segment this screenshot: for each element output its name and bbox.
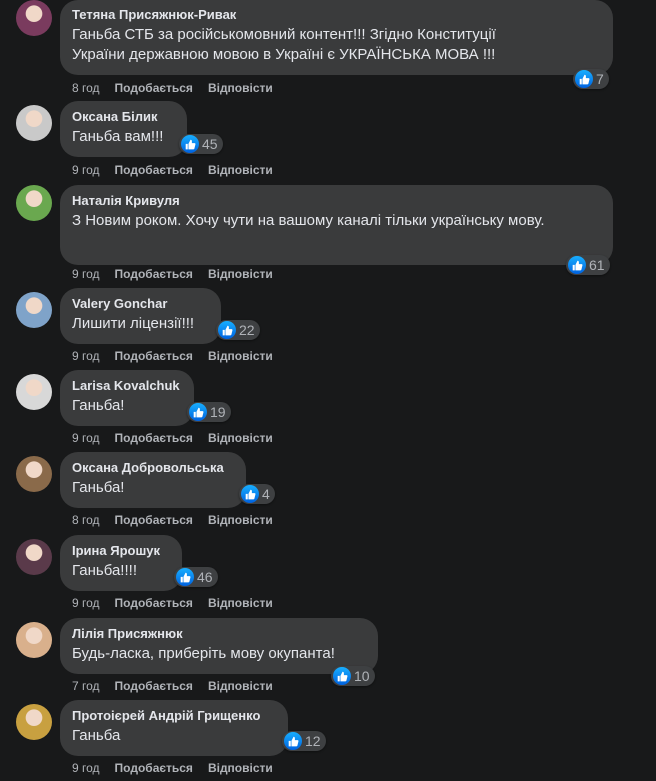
- comment-bubble: Larisa Kovalchuk Ганьба!: [60, 370, 194, 426]
- avatar[interactable]: [16, 292, 52, 328]
- comment-text: Будь-ласка, приберіть мову окупанта!: [72, 645, 335, 662]
- reaction-count[interactable]: 7: [573, 69, 609, 89]
- avatar[interactable]: [16, 374, 52, 410]
- like-button[interactable]: Подобається: [115, 512, 193, 528]
- like-reaction-icon: [181, 135, 199, 153]
- comment-author[interactable]: Ірина Ярошук: [72, 543, 170, 559]
- avatar[interactable]: [16, 105, 52, 141]
- comment-bubble: Тетяна Присяжнюк-Ривак Ганьба СТБ за рос…: [60, 0, 613, 75]
- comment-meta: 8 год Подобається Відповісти: [72, 512, 273, 528]
- like-reaction-icon: [176, 568, 194, 586]
- comment-author[interactable]: Valery Gonchar: [72, 296, 209, 312]
- comment-meta: 9 год Подобається Відповісти: [72, 266, 273, 282]
- avatar[interactable]: [16, 622, 52, 658]
- avatar[interactable]: [16, 0, 52, 36]
- comment-meta: 9 год Подобається Відповісти: [72, 430, 273, 446]
- reaction-count[interactable]: 22: [216, 320, 260, 340]
- reply-button[interactable]: Відповісти: [208, 678, 273, 694]
- like-button[interactable]: Подобається: [115, 266, 193, 282]
- like-button[interactable]: Подобається: [115, 348, 193, 364]
- reply-button[interactable]: Відповісти: [208, 162, 273, 178]
- like-button[interactable]: Подобається: [115, 80, 193, 96]
- comment-text: З Новим роком. Хочу чути на вашому канал…: [72, 212, 545, 229]
- comment-bubble: Протоієрей Андрій Грищенко Ганьба: [60, 700, 288, 756]
- comment-text: Ганьба!: [72, 397, 125, 414]
- comment-time[interactable]: 9 год: [72, 162, 100, 178]
- comment-bubble: Лілія Присяжнюк Будь-ласка, приберіть мо…: [60, 618, 378, 674]
- comment-time[interactable]: 8 год: [72, 512, 100, 528]
- like-reaction-icon: [284, 732, 302, 750]
- comment-time[interactable]: 9 год: [72, 595, 100, 611]
- like-button[interactable]: Подобається: [115, 678, 193, 694]
- like-button[interactable]: Подобається: [115, 760, 193, 776]
- like-reaction-icon: [189, 403, 207, 421]
- comment-time[interactable]: 9 год: [72, 348, 100, 364]
- comment-text: Ганьба!!!!: [72, 562, 137, 579]
- like-reaction-icon: [568, 256, 586, 274]
- reply-button[interactable]: Відповісти: [208, 595, 273, 611]
- comment-meta: 9 год Подобається Відповісти: [72, 760, 273, 776]
- comment-author[interactable]: Оксана Добровольська: [72, 460, 234, 476]
- reaction-count[interactable]: 10: [331, 666, 375, 686]
- like-reaction-icon: [575, 70, 593, 88]
- reaction-count[interactable]: 45: [179, 134, 223, 154]
- comment-bubble: Valery Gonchar Лишити ліцензії!!!: [60, 288, 221, 344]
- comment-time[interactable]: 8 год: [72, 80, 100, 96]
- like-button[interactable]: Подобається: [115, 162, 193, 178]
- reply-button[interactable]: Відповісти: [208, 430, 273, 446]
- reaction-count[interactable]: 4: [239, 484, 275, 504]
- comment-time[interactable]: 9 год: [72, 266, 100, 282]
- comment-time[interactable]: 7 год: [72, 678, 100, 694]
- avatar[interactable]: [16, 704, 52, 740]
- reaction-count[interactable]: 19: [187, 402, 231, 422]
- comment-author[interactable]: Larisa Kovalchuk: [72, 378, 182, 394]
- reply-button[interactable]: Відповісти: [208, 760, 273, 776]
- like-reaction-icon: [333, 667, 351, 685]
- reply-button[interactable]: Відповісти: [208, 80, 273, 96]
- avatar[interactable]: [16, 456, 52, 492]
- comment-author[interactable]: Тетяна Присяжнюк-Ривак: [72, 7, 601, 23]
- reaction-count[interactable]: 46: [174, 567, 218, 587]
- comment-meta: 9 год Подобається Відповісти: [72, 595, 273, 611]
- comment-text: Ганьба: [72, 727, 121, 744]
- comment-bubble: Оксана Білик Ганьба вам!!!: [60, 101, 187, 157]
- comment-text: Ганьба вам!!!: [72, 128, 164, 145]
- reply-button[interactable]: Відповісти: [208, 266, 273, 282]
- like-button[interactable]: Подобається: [115, 595, 193, 611]
- comment-meta: 8 год Подобається Відповісти: [72, 80, 273, 96]
- comment-bubble: Ірина Ярошук Ганьба!!!!: [60, 535, 182, 591]
- comment-text: Ганьба!: [72, 479, 125, 496]
- reaction-count[interactable]: 61: [566, 255, 610, 275]
- reply-button[interactable]: Відповісти: [208, 512, 273, 528]
- reaction-count[interactable]: 12: [282, 731, 326, 751]
- comment-time[interactable]: 9 год: [72, 760, 100, 776]
- like-reaction-icon: [218, 321, 236, 339]
- avatar[interactable]: [16, 185, 52, 221]
- comment-author[interactable]: Лілія Присяжнюк: [72, 626, 366, 642]
- comment-author[interactable]: Наталія Кривуля: [72, 193, 601, 209]
- like-reaction-icon: [241, 485, 259, 503]
- comment-author[interactable]: Протоієрей Андрій Грищенко: [72, 708, 276, 724]
- comment-meta: 9 год Подобається Відповісти: [72, 348, 273, 364]
- comment-text: Ганьба СТБ за російськомовний контент!!!…: [72, 26, 496, 63]
- avatar[interactable]: [16, 539, 52, 575]
- like-button[interactable]: Подобається: [115, 430, 193, 446]
- reply-button[interactable]: Відповісти: [208, 348, 273, 364]
- comment-text: Лишити ліцензії!!!: [72, 315, 195, 332]
- comment-bubble: Наталія Кривуля З Новим роком. Хочу чути…: [60, 185, 613, 265]
- comment-author[interactable]: Оксана Білик: [72, 109, 175, 125]
- comment-bubble: Оксана Добровольська Ганьба!: [60, 452, 246, 508]
- comment-time[interactable]: 9 год: [72, 430, 100, 446]
- comment-meta: 7 год Подобається Відповісти: [72, 678, 273, 694]
- comment-meta: 9 год Подобається Відповісти: [72, 162, 273, 178]
